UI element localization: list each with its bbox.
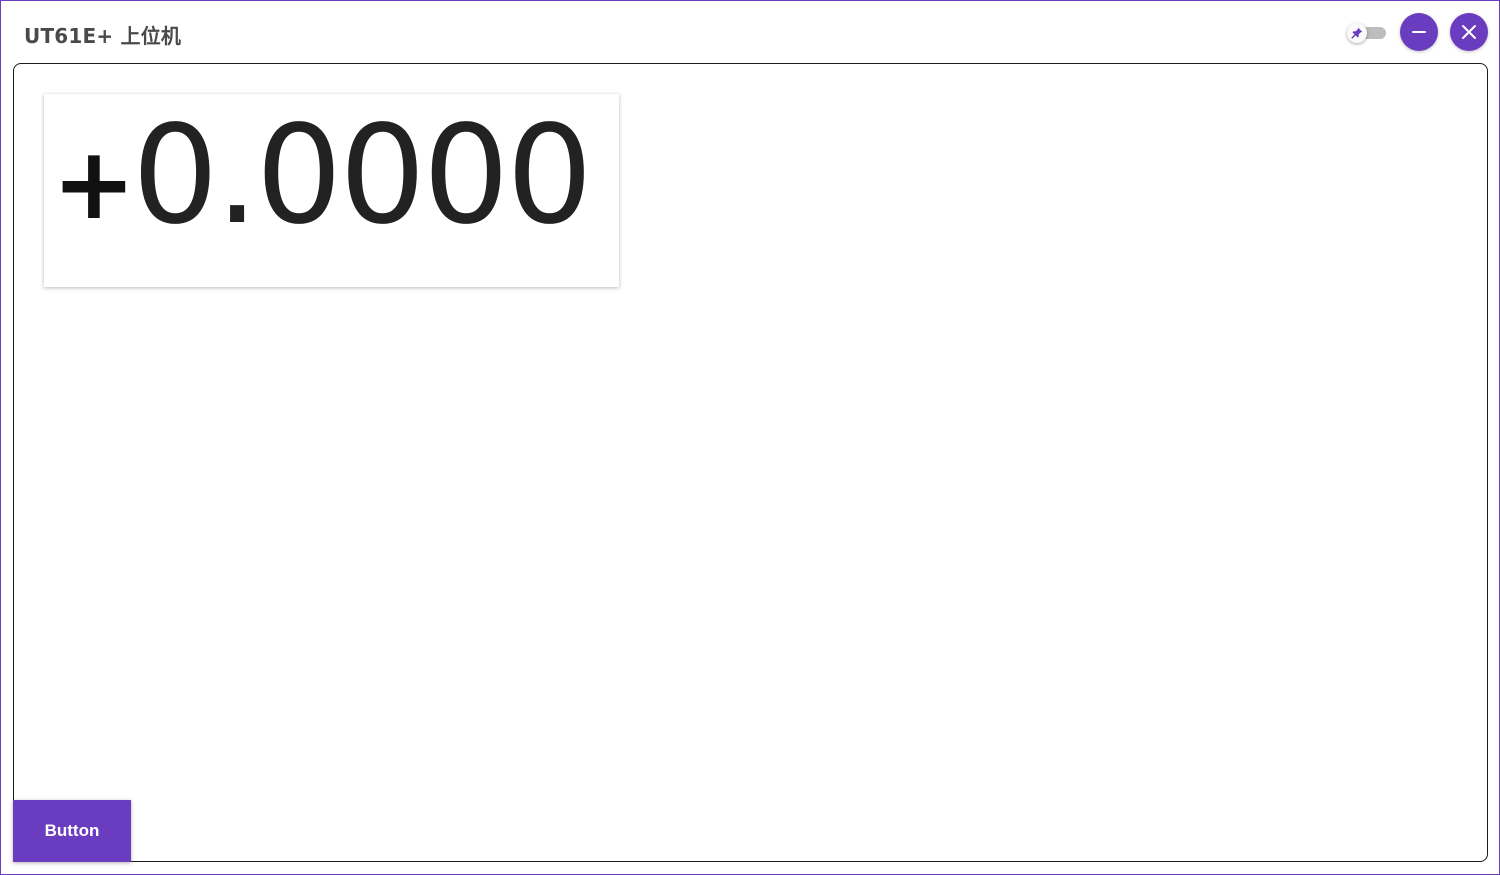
title-bar[interactable]: UT61E+ 上位机 — [1, 1, 1499, 63]
action-button[interactable]: Button — [13, 800, 131, 862]
app-window: UT61E+ 上位机 + 0.0000 Button — [0, 0, 1500, 875]
reading-sign: + — [52, 125, 136, 242]
measurement-card: + 0.0000 — [44, 94, 619, 287]
pin-toggle[interactable] — [1345, 21, 1387, 45]
minimize-button[interactable] — [1400, 13, 1438, 51]
app-title: UT61E+ 上位机 — [24, 24, 182, 48]
minus-icon — [1412, 31, 1426, 33]
pin-icon — [1351, 27, 1363, 39]
close-button[interactable] — [1450, 13, 1488, 51]
pin-toggle-thumb — [1347, 23, 1367, 43]
reading-value: 0.0000 — [132, 97, 593, 255]
close-icon — [1462, 25, 1476, 39]
content-panel: + 0.0000 — [13, 63, 1488, 862]
